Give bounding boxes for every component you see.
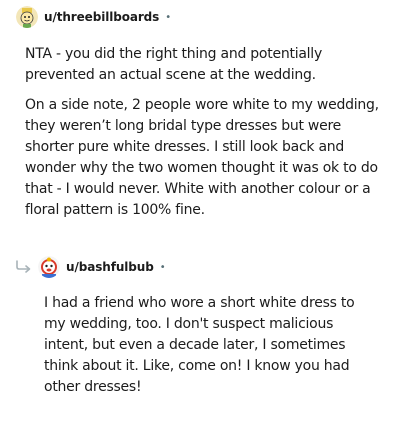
cartoon-avatar-icon <box>16 6 38 28</box>
comment-header: u/bashfulbub • <box>14 255 166 279</box>
separator-dot: • <box>165 11 172 23</box>
separator-dot: • <box>159 261 166 273</box>
comment-paragraph: On a side note, 2 people wore white to m… <box>25 97 379 218</box>
username[interactable]: u/threebillboards <box>44 10 159 24</box>
username[interactable]: u/bashfulbub <box>66 260 154 274</box>
comment-body: NTA - you did the right thing and potent… <box>25 44 387 230</box>
avatar[interactable] <box>38 256 60 278</box>
comment-header: u/threebillboards • <box>16 5 171 29</box>
comment-paragraph: I had a friend who wore a short white dr… <box>44 295 355 395</box>
cartoon-avatar-icon <box>38 256 60 278</box>
reply-arrow-icon <box>14 259 34 275</box>
comment-paragraph: NTA - you did the right thing and potent… <box>25 46 322 83</box>
avatar[interactable] <box>16 6 38 28</box>
comment-body: I had a friend who wore a short white dr… <box>44 293 374 398</box>
